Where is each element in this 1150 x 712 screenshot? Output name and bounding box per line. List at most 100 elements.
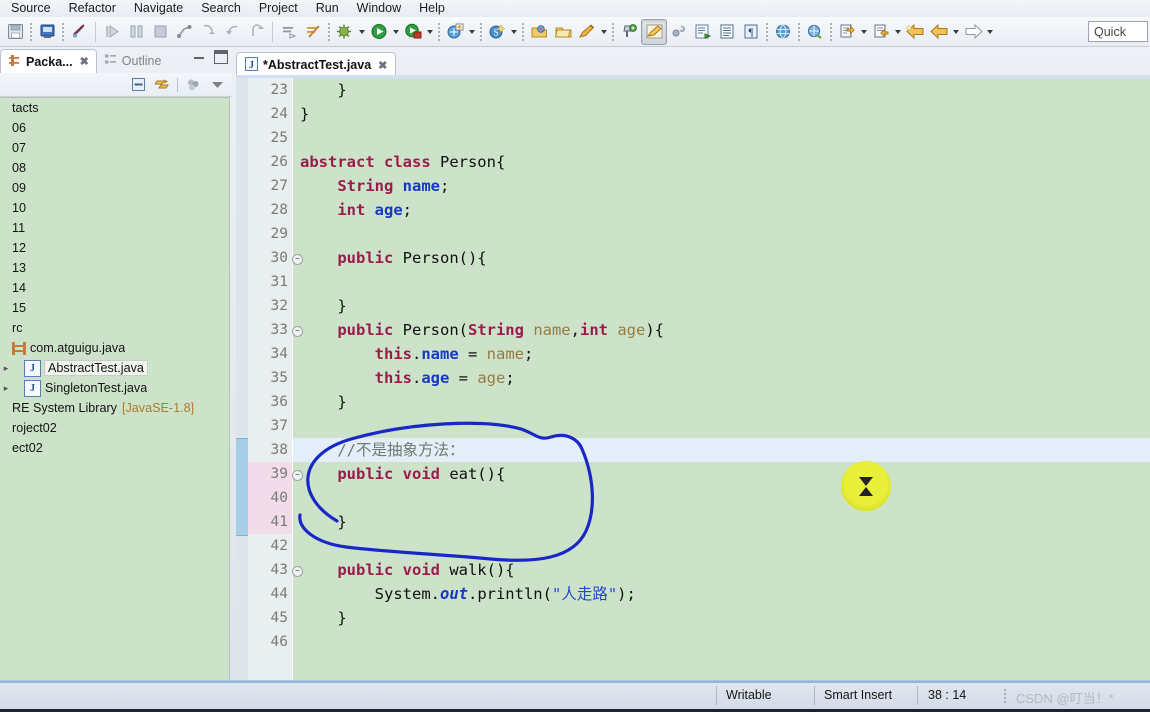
quick-access-field[interactable]: Quick <box>1088 21 1148 42</box>
resume-icon[interactable] <box>100 20 124 44</box>
change-ruler[interactable] <box>236 78 248 712</box>
close-icon[interactable]: ✖ <box>378 59 387 72</box>
open-web-browser-icon[interactable] <box>771 20 795 44</box>
new-spring-icon[interactable]: S <box>485 20 509 44</box>
tree-item[interactable]: 11 <box>0 218 229 238</box>
back-icon[interactable] <box>903 20 927 44</box>
menu-item-project[interactable]: Project <box>250 0 307 17</box>
disconnect-icon[interactable] <box>172 20 196 44</box>
tab-package-explorer[interactable]: Packa... ✖ <box>0 49 97 73</box>
code-line[interactable] <box>293 222 1150 246</box>
maximize-icon[interactable] <box>214 50 228 64</box>
tree-item[interactable]: roject02 <box>0 418 229 438</box>
chevron-down-icon[interactable] <box>985 20 995 44</box>
menu-item-run[interactable]: Run <box>307 0 348 17</box>
terminate-icon[interactable] <box>148 20 172 44</box>
chevron-down-icon[interactable] <box>357 20 367 44</box>
expand-arrow-icon[interactable]: ▸ <box>0 363 12 374</box>
chevron-down-icon[interactable] <box>391 20 401 44</box>
code-line[interactable]: } <box>293 510 1150 534</box>
menu-item-refactor[interactable]: Refactor <box>60 0 125 17</box>
code-line[interactable] <box>293 270 1150 294</box>
chevron-down-icon[interactable] <box>951 20 961 44</box>
tree-item[interactable]: rc <box>0 318 229 338</box>
toggle-breakpoint-icon[interactable] <box>67 20 91 44</box>
step-over-icon[interactable] <box>220 20 244 44</box>
tree-item[interactable]: 10 <box>0 198 229 218</box>
step-into-icon[interactable] <box>196 20 220 44</box>
tree-item[interactable]: 09 <box>0 178 229 198</box>
code-line[interactable]: public void eat(){ <box>293 462 1150 486</box>
highlight-pen-icon[interactable] <box>641 18 667 45</box>
view-menu-icon[interactable] <box>208 76 226 94</box>
suspend-icon[interactable] <box>124 20 148 44</box>
coverage-icon[interactable] <box>401 20 425 44</box>
code-line[interactable]: } <box>293 102 1150 126</box>
tab-outline[interactable]: Outline <box>97 49 169 73</box>
tree-item[interactable]: 12 <box>0 238 229 258</box>
tab-abstracttest-java[interactable]: J *AbstractTest.java ✖ <box>236 52 397 77</box>
code-line[interactable] <box>293 126 1150 150</box>
edit-icon[interactable] <box>575 20 599 44</box>
code-line[interactable]: } <box>293 78 1150 102</box>
chevron-down-icon[interactable] <box>859 20 869 44</box>
code-editor[interactable]: 23 24 25 26 27 28 29 30−31 32 33−34 35 36 37 38 39−40 4… <box>236 78 1150 712</box>
package-explorer-tree[interactable]: tacts 06 07 08 09 10 11 12 13 14 15 rc com.atguigu.j… <box>0 97 230 704</box>
code-line[interactable]: } <box>293 390 1150 414</box>
skip-breakpoints-icon[interactable] <box>301 20 325 44</box>
show-whitespace-icon[interactable]: ¶ <box>739 20 763 44</box>
tree-item[interactable]: ▸ J SingletonTest.java <box>0 378 229 398</box>
forward-icon[interactable] <box>927 20 951 44</box>
code-line[interactable]: int age; <box>293 198 1150 222</box>
open-type-icon[interactable] <box>527 20 551 44</box>
run-last-tool-icon[interactable] <box>277 20 301 44</box>
code-line[interactable] <box>293 630 1150 654</box>
tree-item[interactable]: 15 <box>0 298 229 318</box>
source-code[interactable]: }} abstract class Person{ String name; in… <box>293 78 1150 712</box>
next-annotation-icon[interactable] <box>835 20 859 44</box>
tree-item[interactable]: com.atguigu.java <box>0 338 229 358</box>
link-icon[interactable] <box>667 20 691 44</box>
open-task-icon[interactable] <box>551 20 575 44</box>
code-line[interactable]: public void walk(){ <box>293 558 1150 582</box>
menu-item-navigate[interactable]: Navigate <box>125 0 192 17</box>
chevron-down-icon[interactable] <box>893 20 903 44</box>
tree-item[interactable]: RE System Library [JavaSE-1.8] <box>0 398 229 418</box>
code-line[interactable]: } <box>293 606 1150 630</box>
expand-arrow-icon[interactable]: ▸ <box>0 383 12 394</box>
close-icon[interactable]: ✖ <box>80 55 89 68</box>
change-marker[interactable] <box>236 438 248 536</box>
step-return-icon[interactable] <box>244 20 268 44</box>
tree-item[interactable]: 07 <box>0 138 229 158</box>
search-web-icon[interactable] <box>803 20 827 44</box>
code-line[interactable]: public Person(){ <box>293 246 1150 270</box>
code-line[interactable] <box>293 414 1150 438</box>
code-line[interactable]: String name; <box>293 174 1150 198</box>
code-line[interactable]: this.name = name; <box>293 342 1150 366</box>
code-line[interactable]: this.age = age; <box>293 366 1150 390</box>
toggle-block-selection-icon[interactable] <box>715 20 739 44</box>
code-line[interactable]: } <box>293 294 1150 318</box>
chevron-down-icon[interactable] <box>425 20 435 44</box>
tree-item[interactable]: 08 <box>0 158 229 178</box>
collapse-all-icon[interactable] <box>129 76 147 94</box>
code-line[interactable]: abstract class Person{ <box>293 150 1150 174</box>
chevron-down-icon[interactable] <box>467 20 477 44</box>
menu-item-source[interactable]: Source <box>2 0 60 17</box>
chevron-down-icon[interactable] <box>599 20 609 44</box>
run-icon[interactable] <box>367 20 391 44</box>
new-wizard-icon[interactable] <box>443 20 467 44</box>
link-with-editor-icon[interactable] <box>153 76 171 94</box>
pin-editor-icon[interactable] <box>617 20 641 44</box>
forward-outline-icon[interactable] <box>961 20 985 44</box>
minimize-icon[interactable] <box>192 50 206 64</box>
debug-icon[interactable] <box>333 20 357 44</box>
code-line[interactable]: public Person(String name,int age){ <box>293 318 1150 342</box>
tree-item[interactable]: ▸ J AbstractTest.java <box>0 358 229 378</box>
tree-item[interactable]: ect02 <box>0 438 229 458</box>
save-icon[interactable] <box>3 20 27 44</box>
chevron-down-icon[interactable] <box>509 20 519 44</box>
code-line[interactable] <box>293 534 1150 558</box>
code-line[interactable]: System.out.println("人走路"); <box>293 582 1150 606</box>
focus-on-active-task-icon[interactable] <box>184 76 202 94</box>
